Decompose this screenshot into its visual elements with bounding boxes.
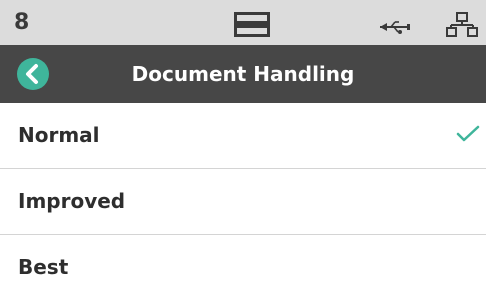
- check-icon: [456, 125, 480, 147]
- option-label: Normal: [18, 123, 100, 147]
- page-title: Document Handling: [131, 62, 355, 86]
- network-icon: [446, 12, 478, 42]
- option-best[interactable]: Best: [0, 235, 486, 301]
- option-improved[interactable]: Improved: [0, 169, 486, 235]
- usb-icon: [380, 19, 410, 39]
- document-tray-icon: [234, 12, 270, 41]
- title-bar: Document Handling: [0, 45, 486, 103]
- option-normal[interactable]: Normal: [0, 103, 486, 169]
- option-label: Best: [18, 255, 69, 279]
- status-bar: 8: [0, 0, 486, 45]
- status-number: 8: [14, 10, 30, 35]
- option-list: Normal Improved Best: [0, 103, 486, 301]
- option-label: Improved: [18, 189, 126, 213]
